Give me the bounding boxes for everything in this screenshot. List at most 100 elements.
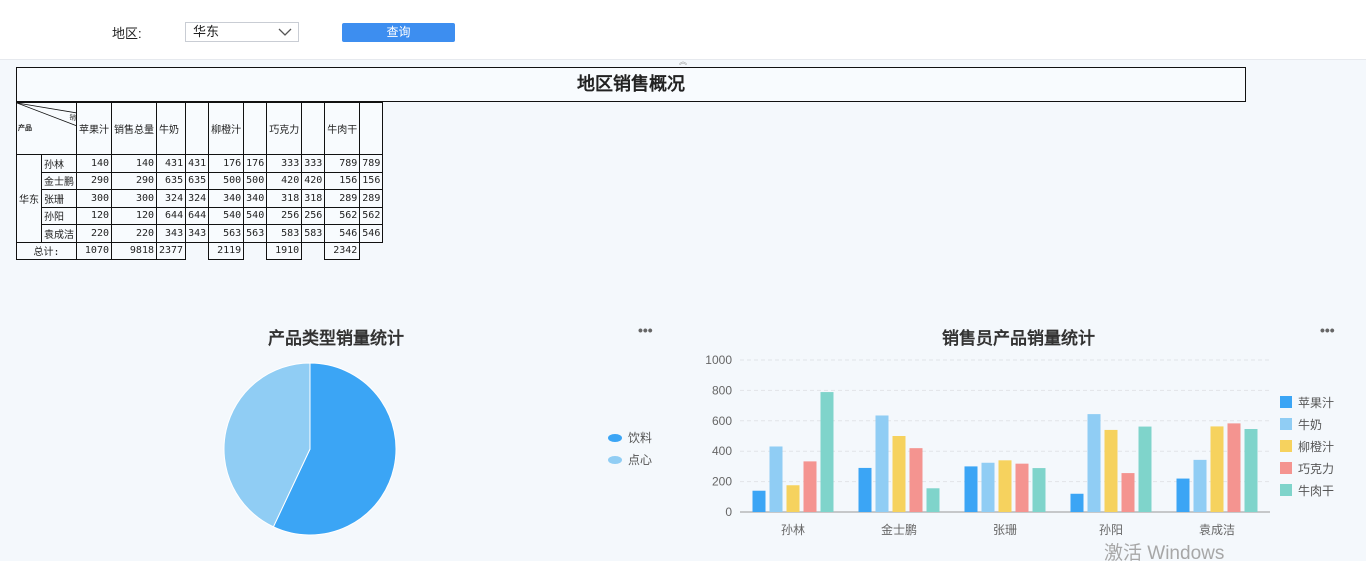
x-tick-label: 金士鹏 <box>881 522 917 537</box>
query-toolbar: 地区: 华东 查询 <box>0 0 1366 60</box>
value-cell: 220 <box>76 224 112 243</box>
y-tick-label: 600 <box>712 414 732 428</box>
bar-4-1[interactable] <box>1193 459 1207 512</box>
value-cell: 156 <box>359 171 384 190</box>
value-cell: 300 <box>111 189 157 208</box>
chevron-down-icon <box>278 28 292 36</box>
legend-label[interactable]: 牛肉干 <box>1298 483 1334 498</box>
legend-swatch <box>1280 396 1292 408</box>
region-cell: 华东 <box>16 154 42 243</box>
value-cell: 290 <box>76 171 112 190</box>
table-row: 华东 孙林 140 140 431 431 176 176 333 333 789 789 <box>16 154 384 243</box>
bar-2-4[interactable] <box>1032 468 1046 512</box>
region-select[interactable]: 华东 <box>185 22 299 42</box>
value-cell: 289 <box>359 189 384 208</box>
bar-3-3[interactable] <box>1121 473 1135 512</box>
collapse-handle-icon[interactable]: ︽ <box>678 58 688 66</box>
total-value-cell: 2342 <box>324 241 361 260</box>
total-value-cell: 1910 <box>266 241 303 260</box>
value-cell: 140 <box>76 154 112 173</box>
bar-3-4[interactable] <box>1138 426 1152 512</box>
bar-3-2[interactable] <box>1104 429 1118 512</box>
total-value-cell <box>302 242 325 260</box>
legend-label[interactable]: 饮料 <box>628 431 652 445</box>
value-cell: 324 <box>185 189 210 208</box>
bar-0-3[interactable] <box>803 461 817 512</box>
bar-2-0[interactable] <box>964 466 978 512</box>
bar-0-4[interactable] <box>820 392 834 512</box>
value-cell: 546 <box>324 224 361 243</box>
more-horizontal-icon[interactable]: ••• <box>1320 322 1335 338</box>
query-button[interactable]: 查询 <box>342 23 455 42</box>
bar-2-2[interactable] <box>998 460 1012 512</box>
column-header: 销售总量 <box>111 102 157 155</box>
total-value-cell <box>186 242 209 260</box>
table-row: 孙阳 120 120 644 644 540 540 256 256 562 562 <box>17 206 384 225</box>
salesperson-cell: 孙林 <box>41 154 77 173</box>
bar-4-2[interactable] <box>1210 426 1224 512</box>
total-label-cell: 总计: <box>16 241 77 260</box>
value-cell: 540 <box>208 206 245 225</box>
value-cell: 289 <box>324 189 361 208</box>
value-cell: 420 <box>301 171 326 190</box>
x-tick-label: 孙林 <box>781 523 805 537</box>
y-tick-label: 800 <box>712 383 732 397</box>
value-cell: 644 <box>185 206 210 225</box>
total-row: 总计: 1070 9818 2377 2119 1910 2342 <box>16 241 383 260</box>
bar-1-1[interactable] <box>875 415 889 512</box>
bar-0-0[interactable] <box>752 490 766 512</box>
value-cell: 431 <box>185 154 210 173</box>
legend-swatch <box>1280 418 1292 430</box>
value-cell: 563 <box>243 224 268 243</box>
value-cell: 789 <box>324 154 361 173</box>
bar-1-0[interactable] <box>858 467 872 512</box>
column-header <box>243 102 268 155</box>
bar-3-1[interactable] <box>1087 414 1101 512</box>
total-value-cell <box>244 242 267 260</box>
y-tick-label: 1000 <box>705 353 732 367</box>
bar-4-0[interactable] <box>1176 478 1190 512</box>
legend-swatch <box>1280 440 1292 452</box>
bar-1-4[interactable] <box>926 488 940 512</box>
value-cell: 340 <box>208 189 245 208</box>
column-header: 巧克力 <box>266 102 303 155</box>
value-cell: 789 <box>359 154 384 173</box>
value-cell: 324 <box>155 189 187 208</box>
legend-label[interactable]: 苹果汁 <box>1298 396 1334 410</box>
value-cell: 635 <box>155 171 187 190</box>
report-table: 地区销售员产品苹果汁销售总量牛奶柳橙汁巧克力牛肉干华东孙林14014043143… <box>16 102 384 260</box>
total-value-cell: 2119 <box>208 241 245 260</box>
value-cell: 340 <box>243 189 268 208</box>
bar-1-2[interactable] <box>892 436 906 512</box>
column-header: 牛奶 <box>155 102 187 155</box>
legend-label[interactable]: 柳橙汁 <box>1298 439 1334 454</box>
table-row: 金士鹏 290 290 635 635 500 500 420 420 156 156 <box>17 171 384 190</box>
more-horizontal-icon[interactable]: ••• <box>638 322 653 338</box>
value-cell: 635 <box>185 171 210 190</box>
value-cell: 546 <box>359 224 384 243</box>
diagonal-header-cell: 地区销售员产品 <box>16 102 77 155</box>
x-tick-label: 袁成洁 <box>1199 523 1235 537</box>
bar-0-1[interactable] <box>769 446 783 512</box>
legend-label[interactable]: 点心 <box>628 453 652 467</box>
salesperson-cell: 张珊 <box>41 189 77 208</box>
value-cell: 343 <box>185 224 210 243</box>
value-cell: 318 <box>301 189 326 208</box>
value-cell: 318 <box>266 189 303 208</box>
bar-2-1[interactable] <box>981 462 995 512</box>
legend-label[interactable]: 巧克力 <box>1298 462 1334 476</box>
bar-3-0[interactable] <box>1070 493 1084 512</box>
bar-4-4[interactable] <box>1244 429 1258 512</box>
value-cell: 644 <box>155 206 187 225</box>
value-cell: 583 <box>266 224 303 243</box>
bar-1-3[interactable] <box>909 448 923 512</box>
column-header <box>301 102 326 155</box>
legend-label[interactable]: 牛奶 <box>1298 417 1322 432</box>
column-header: 柳橙汁 <box>208 102 245 155</box>
bar-0-2[interactable] <box>786 485 800 512</box>
column-header <box>185 102 210 155</box>
bar-4-3[interactable] <box>1227 423 1241 512</box>
legend-swatch <box>1280 462 1292 474</box>
bar-2-3[interactable] <box>1015 463 1029 512</box>
value-cell: 562 <box>359 206 384 225</box>
